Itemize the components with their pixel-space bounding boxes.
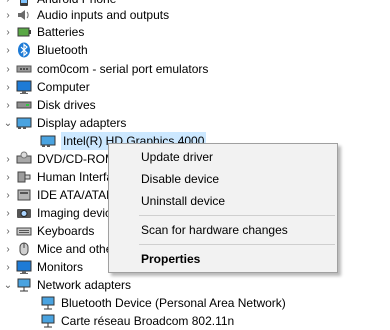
tree-item-label: Audio inputs and outputs [37, 8, 170, 22]
tree-item-bluetooth[interactable]: › Bluetooth [0, 41, 88, 59]
camera-icon [17, 209, 31, 218]
bluetooth-icon [18, 42, 30, 58]
tree-item-keyboards[interactable]: › Keyboards [0, 222, 94, 240]
keyboard-icon [16, 227, 32, 236]
speaker-icon [18, 10, 29, 20]
chevron-right-icon[interactable]: › [0, 240, 16, 258]
network-icon [17, 278, 31, 292]
tree-item-label: Disk drives [37, 98, 96, 112]
display-adapter-icon [16, 117, 32, 129]
chevron-right-icon[interactable]: › [0, 60, 16, 78]
tree-item-bt-pan[interactable]: Bluetooth Device (Personal Area Network) [40, 294, 286, 312]
chevron-right-icon[interactable]: › [0, 204, 16, 222]
chevron-right-icon[interactable]: › [0, 6, 16, 24]
chevron-right-icon[interactable]: › [0, 222, 16, 240]
chevron-right-icon[interactable]: › [0, 150, 16, 168]
chevron-down-icon[interactable]: ⌄ [0, 114, 16, 132]
tree-item-com0com[interactable]: › com0com - serial port emulators [0, 60, 208, 78]
tree-item-label: Bluetooth [37, 43, 88, 57]
tree-item-label: Keyboards [37, 224, 95, 238]
chevron-down-icon[interactable]: ⌄ [0, 276, 16, 294]
hid-icon [17, 171, 31, 183]
chevron-right-icon[interactable]: › [0, 186, 16, 204]
monitor-icon [16, 260, 32, 274]
tree-item-display-adapters[interactable]: ⌄ Display adapters [0, 114, 127, 132]
menu-item-properties[interactable]: Properties [110, 248, 336, 270]
chevron-right-icon[interactable]: › [0, 168, 16, 186]
monitor-icon [16, 80, 32, 94]
tree-item-monitors[interactable]: › Monitors [0, 258, 83, 276]
tree-item-imaging[interactable]: › Imaging devices [0, 204, 123, 222]
disk-icon [16, 101, 32, 109]
tree-item-network-adapters[interactable]: ⌄ Network adapters [0, 276, 131, 294]
chevron-right-icon[interactable]: › [0, 23, 16, 41]
tree-item-label: Network adapters [37, 278, 132, 292]
tree-item-label: com0com - serial port emulators [37, 62, 209, 76]
chevron-right-icon[interactable]: › [0, 41, 16, 59]
port-icon [16, 65, 32, 73]
ide-icon [17, 189, 31, 201]
network-icon [41, 296, 55, 310]
menu-item-uninstall-device[interactable]: Uninstall device [110, 190, 336, 212]
mouse-icon [19, 242, 29, 256]
tree-item-label: Computer [37, 80, 90, 94]
tree-item-audio[interactable]: › Audio inputs and outputs [0, 6, 169, 24]
tree-item-disk-drives[interactable]: › Disk drives [0, 96, 96, 114]
menu-item-disable-device[interactable]: Disable device [110, 168, 336, 190]
display-adapter-icon [40, 135, 56, 147]
menu-item-update-driver[interactable]: Update driver [110, 146, 336, 168]
chevron-right-icon[interactable]: › [0, 258, 16, 276]
menu-item-scan-hardware[interactable]: Scan for hardware changes [110, 219, 336, 241]
menu-separator [139, 215, 335, 216]
tree-item-label: Carte réseau Broadcom 802.11n [61, 314, 235, 328]
tree-item-label: Batteries [37, 25, 85, 39]
tree-item-computer[interactable]: › Computer [0, 78, 90, 96]
chevron-right-icon[interactable]: › [0, 78, 16, 96]
battery-icon [17, 27, 31, 37]
tree-item-batteries[interactable]: › Batteries [0, 23, 84, 41]
tree-item-label: Bluetooth Device (Personal Area Network) [61, 296, 286, 310]
dvd-icon [16, 151, 32, 164]
tree-item-label: Monitors [37, 260, 84, 274]
network-icon [41, 314, 55, 328]
chevron-right-icon[interactable]: › [0, 96, 16, 114]
tree-item-broadcom[interactable]: Carte réseau Broadcom 802.11n [40, 312, 234, 330]
tree-item-label: Display adapters [37, 116, 127, 130]
context-menu: Update driver Disable device Uninstall d… [108, 143, 338, 273]
menu-separator [139, 244, 335, 245]
